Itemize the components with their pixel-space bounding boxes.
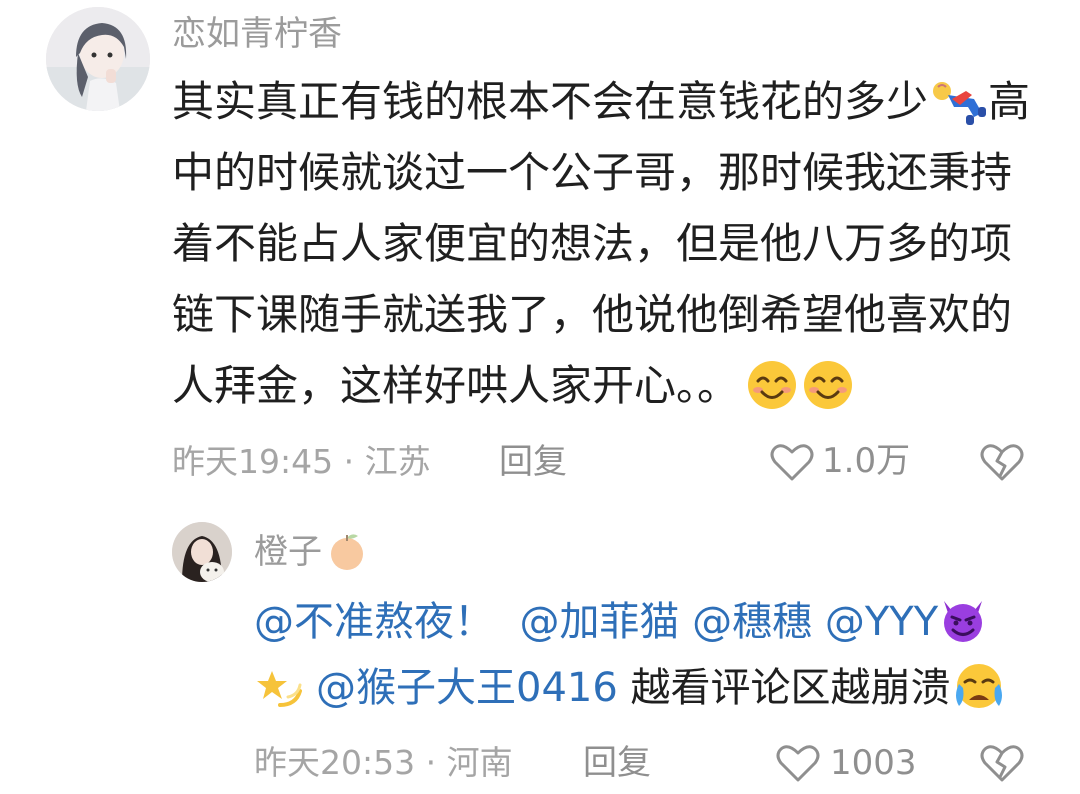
heart-outline-icon xyxy=(776,743,820,783)
reply-meta: 昨天20:53 · 河南 xyxy=(254,743,513,782)
reply-username[interactable]: 橙子 xyxy=(254,532,368,572)
mention-link[interactable]: @猴子大王0416 xyxy=(316,665,618,711)
like-count: 1.0万 xyxy=(822,441,911,481)
crying-emoji xyxy=(951,660,1007,712)
reply-button[interactable]: 回复 xyxy=(583,743,651,783)
like-button[interactable]: 1.0万 xyxy=(770,438,930,486)
comment-line-3: 着不能占人家便宜的想法，但是他八万多的项 xyxy=(172,219,1013,268)
comment-text: 其实真正有钱的根本不会在意钱花的多少 高 中的时候就谈过一个公子哥，那时候我还秉… xyxy=(172,66,1030,421)
broken-heart-icon[interactable] xyxy=(980,442,1024,482)
devil-emoji xyxy=(938,595,990,645)
smile-emoji xyxy=(745,359,801,411)
reply-line-2: @猴子大王0416 越看评论区越崩溃 xyxy=(254,655,1007,721)
mention-link[interactable]: @不准熬夜！ xyxy=(254,599,494,645)
avatar[interactable] xyxy=(46,7,150,111)
smile-emoji xyxy=(801,359,857,411)
dizzy-star-emoji xyxy=(254,661,306,711)
reply-text: @不准熬夜！ @加菲猫 @穗穗 @YYY @猴子大王0416 越看评论区越崩溃 xyxy=(254,589,1007,721)
mention-link[interactable]: @加菲猫 xyxy=(519,599,679,645)
like-count: 1003 xyxy=(830,743,917,783)
reply-message: 越看评论区越崩溃 xyxy=(630,665,951,711)
reply-button[interactable]: 回复 xyxy=(499,442,567,482)
heart-outline-icon xyxy=(770,442,814,482)
like-button[interactable]: 1003 xyxy=(776,739,936,787)
mention-link[interactable]: @穗穗 xyxy=(692,599,812,645)
mention-link[interactable]: @YYY xyxy=(825,599,938,645)
reply-line-1: @不准熬夜！ @加菲猫 @穗穗 @YYY xyxy=(254,589,1007,655)
reply-avatar[interactable] xyxy=(172,522,232,582)
comment-line-2: 中的时候就谈过一个公子哥，那时候我还秉持 xyxy=(172,148,1013,197)
fallen-person-emoji xyxy=(930,77,988,127)
comment-meta: 昨天19:45 · 江苏 xyxy=(172,442,431,481)
tangerine-emoji xyxy=(326,530,368,572)
broken-heart-icon[interactable] xyxy=(980,743,1024,783)
comment-username[interactable]: 恋如青柠香 xyxy=(172,14,342,54)
comment-line-1: 其实真正有钱的根本不会在意钱花的多少 高 xyxy=(172,77,1031,127)
comment-line-5: 人拜金，这样好哄人家开心。。 xyxy=(172,350,1030,421)
comment-line-4: 链下课随手就送我了，他说他倒希望他喜欢的 xyxy=(172,290,1013,339)
